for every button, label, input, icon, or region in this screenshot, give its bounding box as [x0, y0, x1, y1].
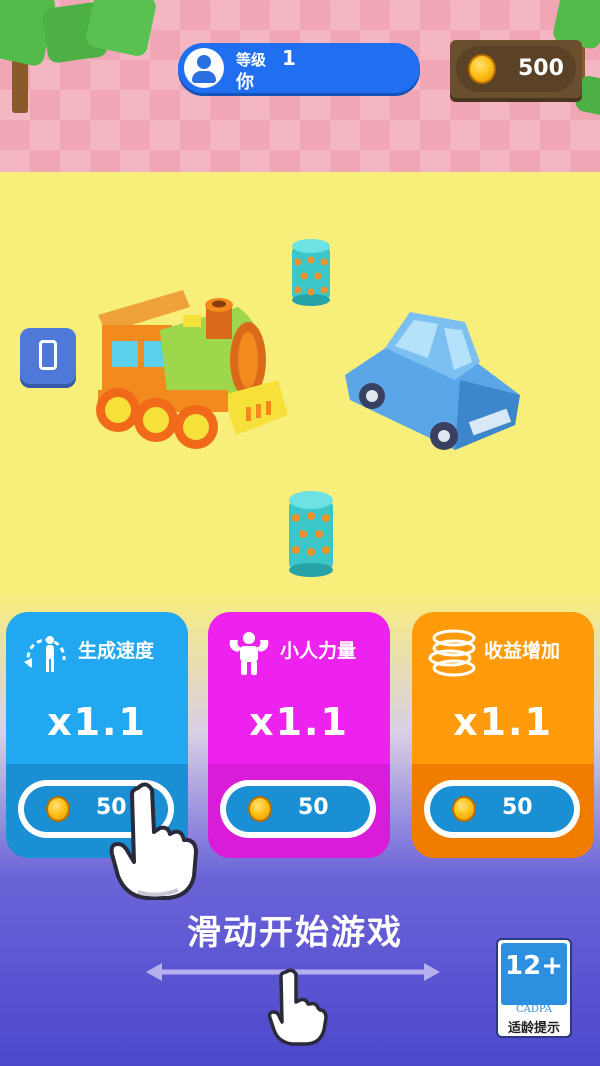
muscle-person-icon — [229, 632, 269, 675]
spiked-pillar-bottom — [289, 491, 333, 577]
upgrade-card-worker-power: 小人力量 x1.1 50 — [208, 612, 390, 858]
upgrade-title: 小人力量 — [280, 640, 357, 662]
level-value: 1 — [282, 46, 296, 70]
vibrate-phone-icon — [39, 340, 57, 370]
bush — [41, 0, 158, 65]
upgrade-multiplier: x1.1 — [47, 700, 147, 744]
vibration-toggle-button[interactable] — [20, 328, 76, 384]
coin-icon — [468, 54, 496, 84]
upgrade-price: 50 — [298, 795, 329, 820]
avatar-icon — [184, 48, 224, 88]
upgrade-buy-button[interactable]: 50 — [220, 780, 376, 838]
player-level-pill: 等级 1 你 — [178, 43, 420, 93]
coin-icon — [248, 796, 272, 822]
level-label: 等级 — [236, 51, 267, 69]
swipe-hand-icon — [267, 968, 328, 1046]
tutorial-hand-icon — [109, 782, 198, 900]
upgrade-buy-button[interactable]: 50 — [424, 780, 580, 838]
upgrade-multiplier: x1.1 — [453, 700, 553, 744]
age-rating-label: 适龄提示 — [507, 1021, 560, 1036]
player-name: 你 — [236, 72, 254, 93]
toy-train — [96, 290, 288, 449]
speed-person-icon — [24, 636, 66, 672]
coin-icon — [46, 796, 70, 822]
upgrade-title: 生成速度 — [78, 640, 155, 662]
coin-balance: 500 — [518, 56, 564, 81]
age-rating-badge: 12+ CADPA 适龄提示 — [496, 938, 572, 1038]
upgrade-card-income-boost: 收益增加 x1.1 50 — [412, 612, 594, 858]
age-rating-value: 12+ — [505, 951, 563, 981]
coin-icon — [452, 796, 476, 822]
toy-car — [345, 312, 520, 450]
upgrade-price: 50 — [502, 795, 533, 820]
age-rating-org: CADPA — [516, 1004, 552, 1015]
upgrade-cards: 生成速度 x1.1 50 小人力量 x1.1 50 收益增加 x1.1 50 — [0, 612, 600, 862]
coin-balance-sign: 500 — [450, 40, 582, 98]
coin-stack-icon — [428, 629, 476, 677]
spiked-pillar-top — [292, 239, 330, 306]
upgrade-multiplier: x1.1 — [249, 700, 349, 744]
upgrade-title: 收益增加 — [484, 640, 561, 662]
